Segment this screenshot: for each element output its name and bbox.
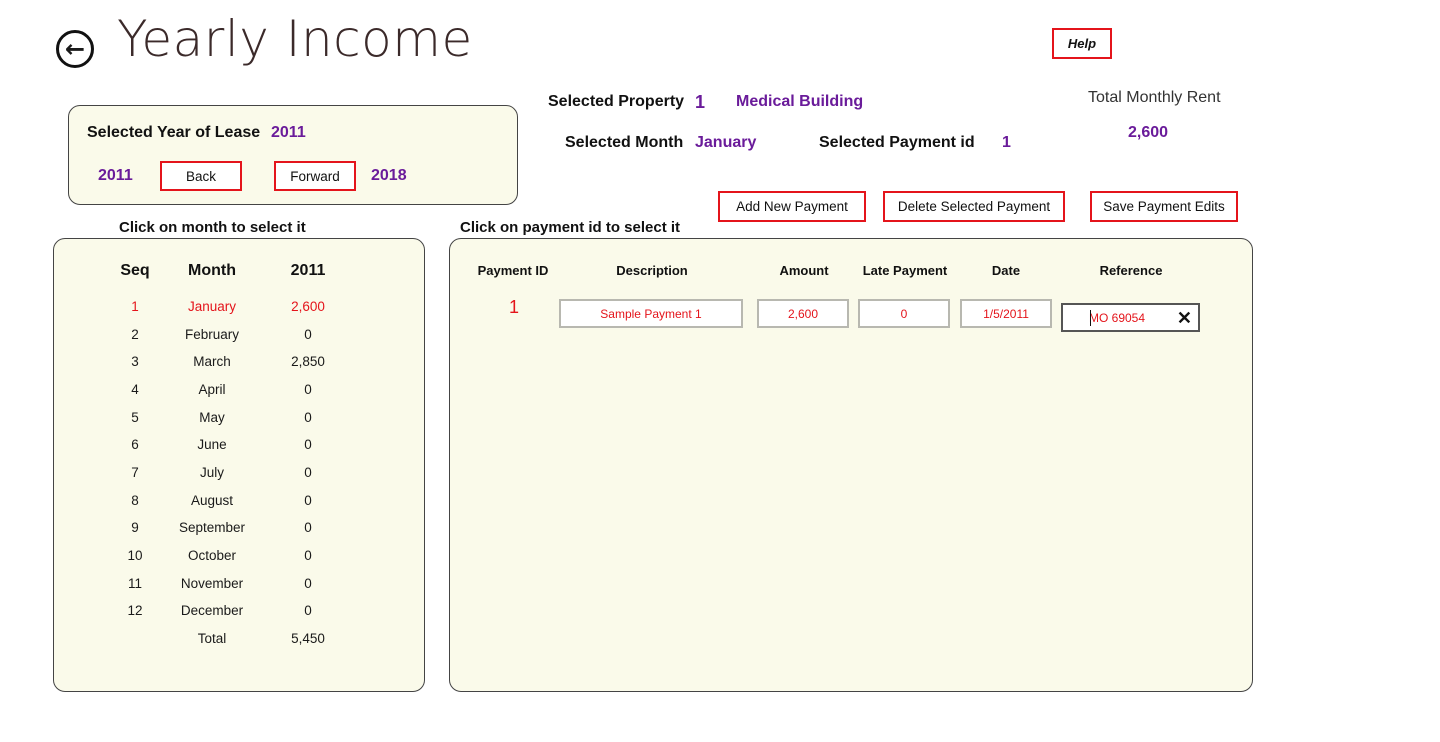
help-button[interactable]: Help (1052, 28, 1112, 59)
amount-header: Amount (779, 263, 829, 278)
seq-cell: 8 (131, 493, 139, 508)
selected-property-label: Selected Property (548, 93, 685, 110)
total-value: 5,450 (291, 631, 325, 646)
selected-property-id: 1 (695, 92, 706, 112)
month-cell: November (180, 576, 244, 591)
reference-field[interactable]: MO 69054 ✕ (1061, 303, 1200, 332)
delete-payment-button[interactable]: Delete Selected Payment (883, 191, 1065, 222)
date-field[interactable]: 1/5/2011 (960, 299, 1052, 328)
month-total-row: Total 5,450 (54, 631, 426, 658)
month-row-january[interactable]: 1 January 2,600 (54, 299, 426, 326)
month-cell: September (178, 520, 246, 535)
amount-field[interactable]: 2,600 (757, 299, 849, 328)
month-cell: February (184, 327, 240, 342)
value-cell: 0 (304, 382, 312, 397)
seq-cell: 2 (131, 327, 139, 342)
seq-cell: 4 (131, 382, 139, 397)
month-row-march[interactable]: 3 March 2,850 (54, 354, 426, 381)
lease-start-year: 2011 (98, 167, 133, 184)
month-cell: May (199, 410, 225, 425)
payment-id-cell[interactable]: 1 (494, 297, 534, 318)
payments-table: Payment ID Description Amount Late Payme… (449, 238, 1253, 692)
seq-cell: 6 (131, 437, 139, 452)
months-table: Seq Month 2011 1 January 2,600 2 Februar… (53, 238, 425, 692)
month-cell: August (190, 493, 234, 508)
forward-button[interactable]: Forward (274, 161, 356, 191)
month-row-july[interactable]: 7 July 0 (54, 465, 426, 492)
selected-month-value: January (695, 134, 757, 151)
description-header: Description (616, 263, 688, 278)
text-caret (1090, 310, 1091, 326)
value-cell: 0 (304, 465, 312, 480)
value-cell: 2,600 (291, 299, 325, 314)
month-cell: December (180, 603, 244, 618)
total-label: Total (197, 631, 227, 646)
payments-caption: Click on payment id to select it (460, 219, 681, 236)
value-cell: 0 (304, 576, 312, 591)
lease-year-value: 2011 (271, 124, 306, 141)
seq-cell: 9 (131, 520, 139, 535)
reference-header: Reference (1099, 263, 1163, 278)
save-payment-button[interactable]: Save Payment Edits (1090, 191, 1238, 222)
seq-cell: 1 (131, 299, 139, 314)
month-cell: January (187, 299, 237, 314)
value-cell: 2,850 (291, 354, 325, 369)
month-row-december[interactable]: 12 December 0 (54, 603, 426, 630)
month-row-august[interactable]: 8 August 0 (54, 493, 426, 520)
late-payment-field[interactable]: 0 (858, 299, 950, 328)
payment-id-header: Payment ID (477, 263, 549, 278)
seq-cell: 11 (127, 576, 142, 591)
value-cell: 0 (304, 548, 312, 563)
value-cell: 0 (304, 520, 312, 535)
selected-payment-label: Selected Payment id (819, 134, 975, 151)
reference-value: MO 69054 (1089, 310, 1146, 325)
month-row-october[interactable]: 10 October 0 (54, 548, 426, 575)
lease-end-year: 2018 (371, 167, 407, 184)
seq-cell: 12 (127, 603, 143, 618)
seq-cell: 7 (131, 465, 139, 480)
seq-cell: 10 (127, 548, 143, 563)
value-cell: 0 (304, 437, 312, 452)
back-button[interactable]: Back (160, 161, 242, 191)
close-icon[interactable]: ✕ (1177, 307, 1192, 329)
month-row-november[interactable]: 11 November 0 (54, 576, 426, 603)
month-row-june[interactable]: 6 June 0 (54, 437, 426, 464)
month-row-may[interactable]: 5 May 0 (54, 410, 426, 437)
description-field[interactable]: Sample Payment 1 (559, 299, 743, 328)
late-payment-header: Late Payment (862, 263, 948, 278)
seq-cell: 5 (131, 410, 139, 425)
lease-year-label: Selected Year of Lease (87, 124, 261, 141)
year-header: 2011 (290, 262, 326, 279)
selected-payment-id: 1 (1002, 134, 1011, 151)
month-cell: July (199, 465, 224, 480)
add-payment-button[interactable]: Add New Payment (718, 191, 866, 222)
month-row-february[interactable]: 2 February 0 (54, 327, 426, 354)
total-rent-value: 2,600 (1128, 124, 1169, 141)
value-cell: 0 (304, 410, 312, 425)
month-cell: June (197, 437, 227, 452)
date-header: Date (991, 263, 1021, 278)
value-cell: 0 (304, 327, 312, 342)
month-row-september[interactable]: 9 September 0 (54, 520, 426, 547)
months-caption: Click on month to select it (119, 219, 306, 236)
back-arrow-icon[interactable]: ← (56, 30, 94, 68)
total-rent-label: Total Monthly Rent (1088, 89, 1221, 106)
month-row-april[interactable]: 4 April 0 (54, 382, 426, 409)
month-cell: April (198, 382, 226, 397)
selected-property-name: Medical Building (736, 93, 864, 110)
month-cell: October (187, 548, 237, 563)
month-cell: March (193, 354, 231, 369)
selected-month-label: Selected Month (565, 134, 684, 151)
page-title: Yearly Income (117, 10, 473, 68)
seq-cell: 3 (131, 354, 139, 369)
lease-year-panel: Selected Year of Lease 2011 2011 Back Fo… (68, 105, 518, 205)
value-cell: 0 (304, 603, 312, 618)
seq-header: Seq (120, 262, 150, 279)
month-header: Month (188, 262, 236, 279)
value-cell: 0 (304, 493, 312, 508)
